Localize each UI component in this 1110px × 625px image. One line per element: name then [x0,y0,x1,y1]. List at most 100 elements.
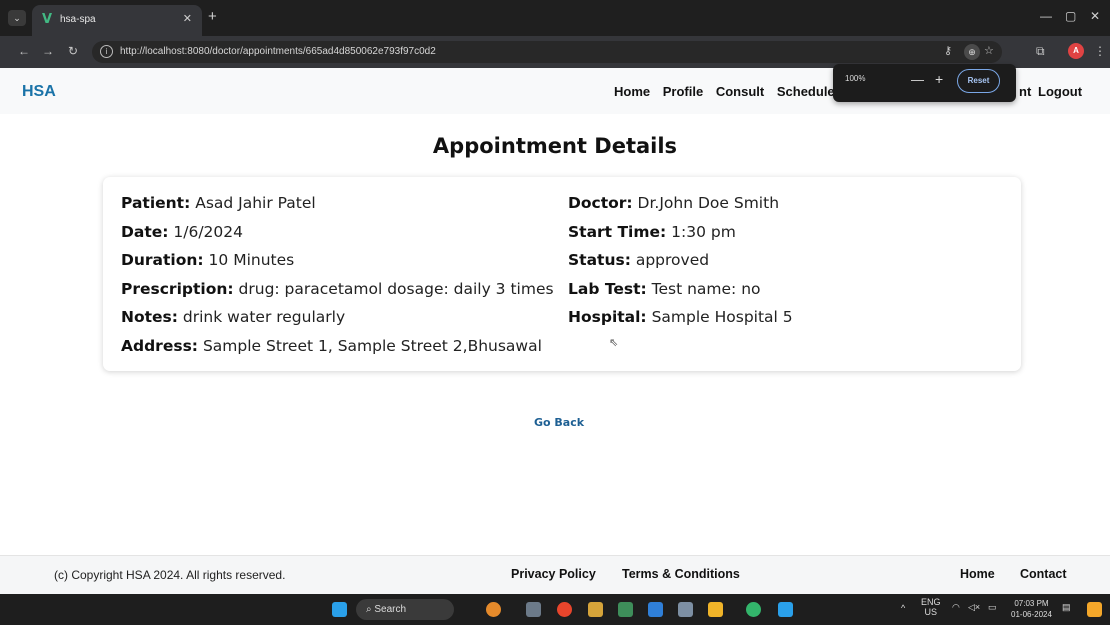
detail-value: 10 Minutes [208,251,295,270]
nav-links: Home Profile Consult Schedule [614,84,844,99]
detail-label: Doctor: [568,194,633,212]
detail-label: Status: [568,251,631,270]
detail-label: Start Time: [568,222,667,241]
footer-terms-link[interactable]: Terms & Conditions [622,567,740,581]
search-icon: ⌕ [366,604,372,615]
windows-start-icon[interactable] [332,602,347,617]
system-clock[interactable]: 07:03 PM 01-06-2024 [1011,598,1052,620]
restore-icon[interactable]: ▢ [1065,9,1076,23]
detail-label: Prescription: [121,279,234,298]
windows-taskbar: ⌕ Search ^ ENG US ◠ ◁× ▭ 07:03 PM 01-06-2… [0,594,1110,625]
nav-home[interactable]: Home [614,84,650,99]
lang-bottom: US [924,607,938,617]
extensions-icon[interactable]: ⧉ [1036,44,1045,59]
lang-top: ENG [921,597,941,607]
chrome-icon[interactable] [557,602,572,617]
back-icon[interactable]: ← [18,44,30,58]
detail-value: Dr.John Doe Smith [637,194,780,212]
detail-value: Test name: no [651,279,761,298]
detail-value: drug: paracetamol dosage: daily 3 times [238,279,554,298]
notification-icon[interactable]: ▤ [1062,602,1071,613]
copyright-text: (c) Copyright HSA 2024. All rights reser… [54,568,286,582]
detail-notes: Notes: drink water regularly [121,308,554,337]
nav-appointment-partial[interactable]: nt [1019,84,1031,99]
page-title: Appointment Details [432,134,678,158]
footer-privacy-link[interactable]: Privacy Policy [511,567,596,581]
zoom-popup: 100% — + Reset [833,64,1016,102]
tab-close-icon[interactable]: ✕ [183,12,192,25]
app-icon[interactable] [778,602,793,617]
search-placeholder: Search [374,604,407,615]
password-key-icon[interactable]: ⚷ [944,44,952,57]
detail-start-time: Start Time: 1:30 pm [568,223,793,252]
taskbar-search[interactable]: ⌕ Search [356,599,454,620]
browser-menu-icon[interactable]: ⋮ [1094,44,1106,58]
settings-icon[interactable] [678,602,693,617]
nav-logout[interactable]: Logout [1038,84,1082,99]
detail-value: drink water regularly [182,308,346,327]
zoom-in-icon[interactable]: + [935,71,943,87]
detail-hospital: Hospital: Sample Hospital 5 [568,308,793,337]
vscode-icon[interactable] [648,602,663,617]
battery-icon[interactable]: ▭ [988,602,997,613]
detail-label: Lab Test: [568,279,647,298]
zoom-out-icon[interactable]: — [911,72,924,87]
zoom-icon[interactable]: ⊕ [964,44,980,60]
mouse-cursor-icon: ⇖ [609,337,619,349]
detail-duration: Duration: 10 Minutes [121,251,554,280]
browser-tab[interactable]: V hsa-spa ✕ [32,5,202,36]
detail-patient: Patient: Asad Jahir Patel [121,194,554,223]
detail-label: Duration: [121,251,204,270]
profile-avatar[interactable]: A [1068,43,1084,59]
browser-tab-strip: ⌄ V hsa-spa ✕ + — ▢ ✕ [0,0,1110,36]
file-explorer-icon[interactable] [708,602,723,617]
footer-home-link[interactable]: Home [960,567,995,581]
tray-overflow-icon[interactable]: ^ [901,603,905,613]
volume-icon[interactable]: ◁× [968,602,980,613]
language-indicator[interactable]: ENG US [921,597,941,617]
detail-label: Date: [121,222,169,241]
app-icon[interactable] [588,602,603,617]
vue-favicon-icon: V [42,12,53,27]
detail-value: Sample Street 1, Sample Street 2,Bhusawa… [202,336,542,355]
detail-label: Patient: [121,194,191,212]
footer-contact-link[interactable]: Contact [1020,567,1067,581]
nav-consult[interactable]: Consult [716,84,764,99]
nav-schedule[interactable]: Schedule [777,84,835,99]
brand-logo[interactable]: HSA [22,83,56,101]
detail-label: Hospital: [568,308,647,327]
task-view-icon[interactable] [526,602,541,617]
tab-search-icon[interactable]: ⌄ [8,10,26,26]
reload-icon[interactable]: ↻ [68,44,78,58]
page-footer: (c) Copyright HSA 2024. All rights reser… [0,555,1110,594]
tab-title: hsa-spa [60,14,96,25]
detail-status: Status: approved [568,251,793,280]
nav-profile[interactable]: Profile [663,84,703,99]
detail-date: Date: 1/6/2024 [121,223,554,252]
close-window-icon[interactable]: ✕ [1090,9,1100,23]
bookmark-star-icon[interactable]: ☆ [984,44,994,57]
widget-icon[interactable] [486,602,501,617]
wifi-icon[interactable]: ◠ [952,602,960,613]
detail-value: Asad Jahir Patel [195,194,316,212]
zoom-reset-button[interactable]: Reset [957,69,1000,93]
clock-time: 07:03 PM [1014,599,1049,608]
detail-address: Address: Sample Street 1, Sample Street … [121,337,554,366]
detail-label: Notes: [121,308,178,327]
detail-value: 1/6/2024 [173,222,244,241]
right-details-column: Doctor: Dr.John Doe Smith Start Time: 1:… [568,194,793,337]
detail-value: 1:30 pm [671,222,736,241]
forward-icon[interactable]: → [42,44,54,58]
app-icon[interactable] [618,602,633,617]
url-text[interactable]: http://localhost:8080/doctor/appointment… [120,46,436,57]
copilot-icon[interactable] [1087,602,1102,617]
appointment-details-card: Patient: Asad Jahir Patel Date: 1/6/2024… [103,177,1021,371]
address-bar[interactable]: i http://localhost:8080/doctor/appointme… [92,41,1002,63]
whatsapp-icon[interactable] [746,602,761,617]
go-back-link[interactable]: Go Back [0,416,1110,429]
new-tab-icon[interactable]: + [208,8,217,25]
detail-value: Sample Hospital 5 [651,308,793,327]
minimize-icon[interactable]: — [1040,9,1052,23]
zoom-level: 100% [845,74,866,83]
site-info-icon[interactable]: i [100,45,113,58]
